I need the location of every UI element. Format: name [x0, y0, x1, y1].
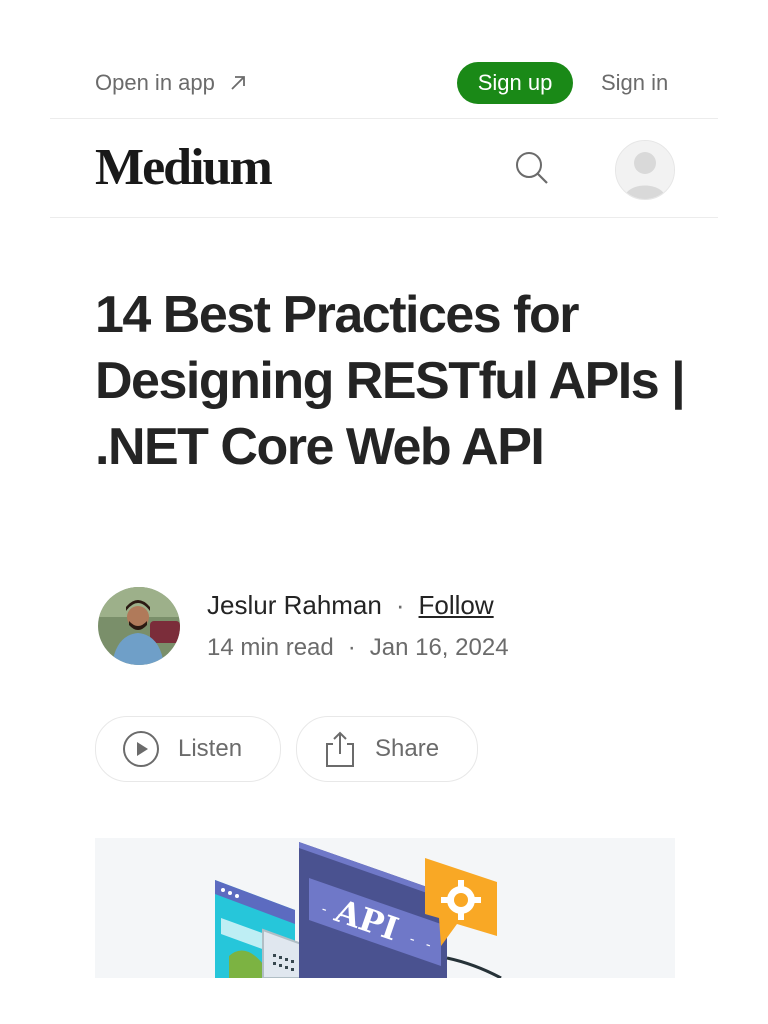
read-time: 14 min read: [207, 634, 334, 661]
listen-label: Listen: [178, 735, 243, 762]
article-title: 14 Best Practices for Designing RESTful …: [95, 286, 686, 476]
publish-date: Jan 16, 2024: [369, 634, 509, 661]
author-name[interactable]: Jeslur Rahman: [207, 590, 382, 621]
share-icon: [326, 731, 354, 767]
hero-image: API - - - -: [95, 838, 675, 978]
arrow-up-right-icon: [231, 76, 245, 90]
author-photo-image: [98, 587, 180, 665]
open-in-app-label: Open in app: [95, 70, 215, 95]
top-bar: Open in app Sign up Sign in: [50, 40, 718, 119]
open-in-app-link[interactable]: Open in app: [95, 70, 247, 96]
play-circle-icon: [123, 731, 159, 767]
separator-dot: ·: [395, 590, 405, 620]
article-meta: 14 min read · Jan 16, 2024: [207, 634, 509, 662]
site-header: Medium: [50, 118, 718, 218]
separator-dot: ·: [347, 634, 356, 661]
author-line: Jeslur Rahman · Follow: [207, 590, 494, 621]
sign-up-button[interactable]: Sign up: [457, 62, 573, 104]
follow-link[interactable]: Follow: [419, 590, 494, 621]
search-icon[interactable]: [514, 150, 550, 186]
api-illustration: API - - - -: [95, 838, 675, 978]
listen-button[interactable]: Listen: [95, 716, 281, 782]
article-page: Open in app Sign up Sign in Medium 14 Be…: [0, 0, 768, 1024]
author-avatar[interactable]: [98, 587, 180, 665]
user-avatar-button[interactable]: [615, 140, 675, 200]
share-button[interactable]: Share: [296, 716, 478, 782]
share-label: Share: [375, 735, 440, 762]
sign-in-link[interactable]: Sign in: [601, 70, 668, 96]
user-avatar-icon: [616, 141, 674, 199]
medium-logo[interactable]: Medium: [95, 138, 273, 197]
